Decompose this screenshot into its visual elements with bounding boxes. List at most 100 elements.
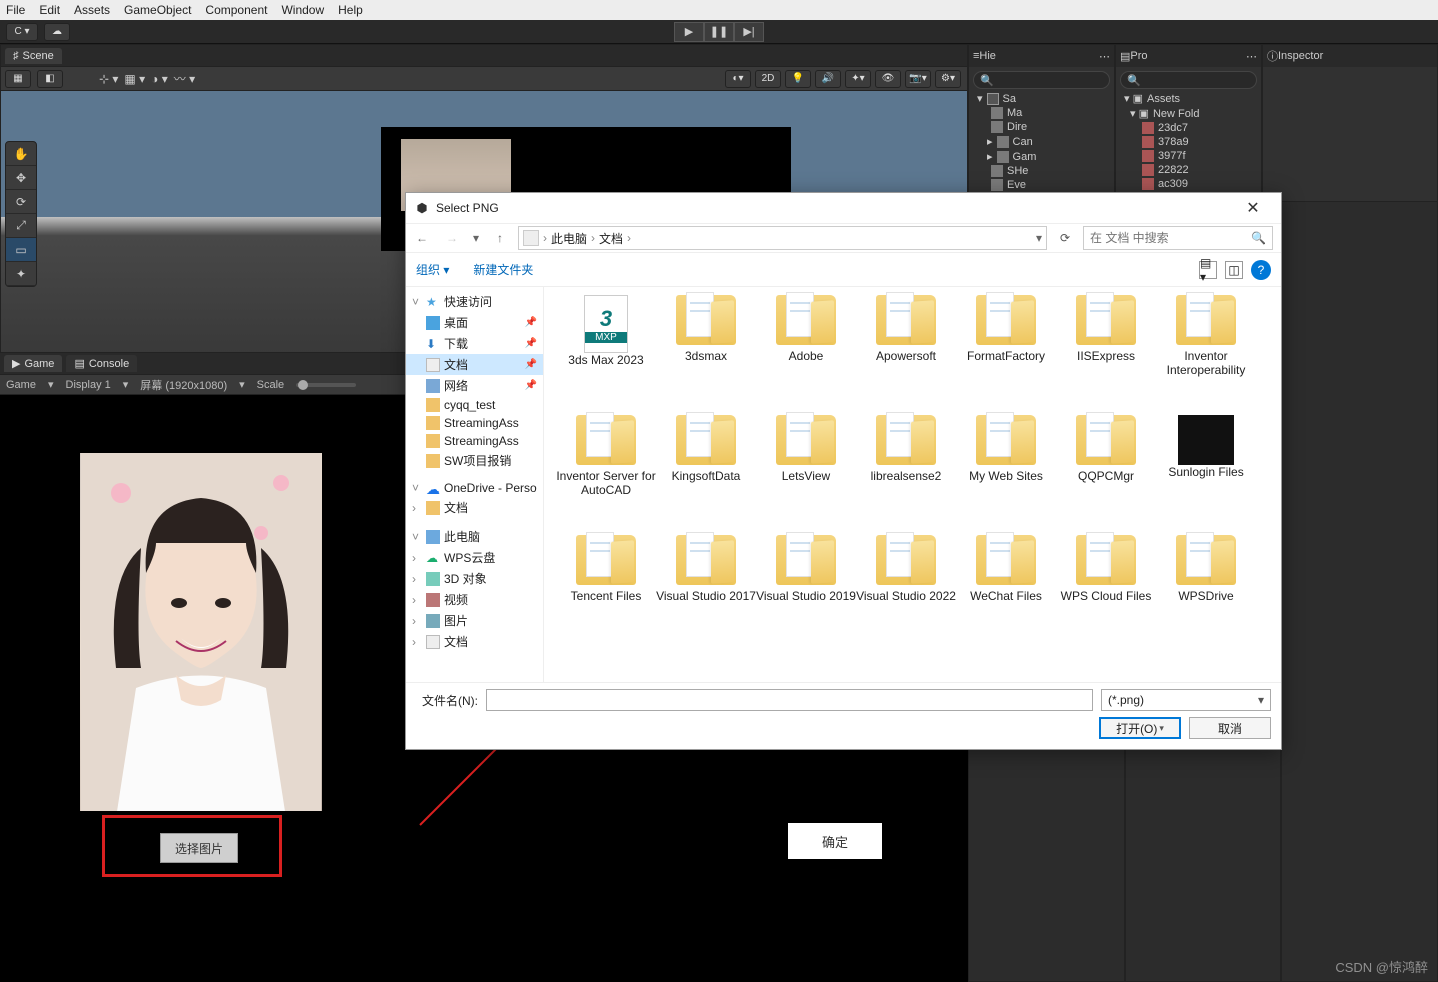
game-tab[interactable]: ▶ Game xyxy=(4,355,62,372)
back-icon[interactable]: ← xyxy=(410,226,434,250)
sb-network[interactable]: 网络📌 xyxy=(406,375,543,396)
console-tab[interactable]: ▤ Console xyxy=(66,355,137,372)
play-button[interactable]: ▶ xyxy=(674,22,704,42)
breadcrumb[interactable]: › 此电脑 › 文档 › ▾ xyxy=(518,226,1047,250)
folder-item[interactable]: Visual Studio 2017 xyxy=(656,535,756,655)
project-item[interactable]: 3977f xyxy=(1120,149,1257,163)
folder-item[interactable]: FormatFactory xyxy=(956,295,1056,415)
project-search[interactable]: 🔍 xyxy=(1120,71,1257,89)
folder-item[interactable]: QQPCMgr xyxy=(1056,415,1156,535)
folder-item[interactable]: LetsView xyxy=(756,415,856,535)
scale-slider[interactable] xyxy=(296,383,356,387)
folder-item[interactable]: Sunlogin Files xyxy=(1156,415,1256,535)
project-root[interactable]: ▾ ▣ Assets xyxy=(1120,91,1257,106)
grid-icon[interactable]: ▦ xyxy=(5,70,31,88)
menu-gameobject[interactable]: GameObject xyxy=(124,3,191,17)
pause-button[interactable]: ❚❚ xyxy=(704,22,734,42)
sb-3d[interactable]: ›3D 对象 xyxy=(406,568,543,589)
gizmo-icon[interactable]: ⚙▾ xyxy=(935,70,961,88)
scene-tab[interactable]: ♯ Scene xyxy=(5,48,62,64)
sb-docs[interactable]: ›文档 xyxy=(406,631,543,652)
search-input[interactable] xyxy=(1090,231,1251,245)
step-button[interactable]: ▶| xyxy=(734,22,764,42)
hierarchy-item[interactable]: Eve xyxy=(973,178,1110,192)
new-folder-btn[interactable]: 新建文件夹 xyxy=(473,261,533,278)
folder-item[interactable]: Inventor Interoperability xyxy=(1156,295,1256,415)
sb-documents[interactable]: 文档📌 xyxy=(406,354,543,375)
organize-dd[interactable]: 组织 ▾ xyxy=(416,261,449,278)
folder-item[interactable]: Tencent Files xyxy=(556,535,656,655)
project-item[interactable]: 23dc7 xyxy=(1120,121,1257,135)
hierarchy-item[interactable]: ▸ Can xyxy=(973,134,1110,149)
preview-icon[interactable]: ◫ xyxy=(1225,261,1243,279)
project-item[interactable]: ac309 xyxy=(1120,177,1257,191)
light-icon[interactable]: 💡 xyxy=(785,70,811,88)
rotate-tool[interactable]: ⟳ xyxy=(6,190,36,214)
confirm-button[interactable]: 确定 xyxy=(788,823,882,859)
folder-item[interactable]: Inventor Server for AutoCAD xyxy=(556,415,656,535)
up-icon[interactable]: ↑ xyxy=(488,226,512,250)
search-box[interactable]: 🔍 xyxy=(1083,226,1273,250)
cube-icon[interactable]: ◧ xyxy=(37,70,63,88)
forward-icon[interactable]: → xyxy=(440,226,464,250)
menu-file[interactable]: File xyxy=(6,3,25,17)
cam-icon[interactable]: 📷▾ xyxy=(905,70,931,88)
move-tool[interactable]: ✥ xyxy=(6,166,36,190)
project-item[interactable]: 378a9 xyxy=(1120,135,1257,149)
shaded-icon[interactable]: ◐▾ xyxy=(725,70,751,88)
recent-dd[interactable]: ▾ xyxy=(470,226,482,250)
fx-icon[interactable]: ✦▾ xyxy=(845,70,871,88)
folder-item[interactable]: WeChat Files xyxy=(956,535,1056,655)
sb-folder[interactable]: StreamingAss xyxy=(406,432,543,450)
aspect-dd[interactable]: 屏幕 (1920x1080) xyxy=(140,377,227,393)
hierarchy-search[interactable]: 🔍 xyxy=(973,71,1110,89)
help-icon[interactable]: ? xyxy=(1251,260,1271,280)
folder-item[interactable]: Visual Studio 2019 xyxy=(756,535,856,655)
folder-item[interactable]: Apowersoft xyxy=(856,295,956,415)
sb-folder[interactable]: SW项目报销 xyxy=(406,450,543,471)
folder-item[interactable]: Adobe xyxy=(756,295,856,415)
folder-item[interactable]: WPSDrive xyxy=(1156,535,1256,655)
bc-pc[interactable]: 此电脑 xyxy=(551,230,587,247)
menu-edit[interactable]: Edit xyxy=(39,3,60,17)
sb-onedrive[interactable]: ˅☁OneDrive - Perso xyxy=(406,479,543,497)
close-button[interactable]: ✕ xyxy=(1233,193,1273,223)
bc-docs[interactable]: 文档 xyxy=(599,230,623,247)
cancel-button[interactable]: 取消 xyxy=(1189,717,1271,739)
sb-downloads[interactable]: ⬇下载📌 xyxy=(406,333,543,354)
folder-item[interactable]: Visual Studio 2022 xyxy=(856,535,956,655)
refresh-icon[interactable]: ⟳ xyxy=(1053,226,1077,250)
hierarchy-item[interactable]: Dire xyxy=(973,120,1110,134)
sb-wps[interactable]: ›☁WPS云盘 xyxy=(406,547,543,568)
game-dd[interactable]: Game xyxy=(6,379,36,391)
sb-desktop[interactable]: 桌面📌 xyxy=(406,312,543,333)
folder-item[interactable]: librealsense2 xyxy=(856,415,956,535)
menu-component[interactable]: Component xyxy=(205,3,267,17)
open-button[interactable]: 打开(O) ▾ xyxy=(1099,717,1181,739)
hierarchy-item[interactable]: SHe xyxy=(973,164,1110,178)
scale-tool[interactable]: ⤢ xyxy=(6,214,36,238)
cloud-btn[interactable]: ☁ xyxy=(44,23,70,41)
sb-od-docs[interactable]: ›文档 xyxy=(406,497,543,518)
sb-folder[interactable]: StreamingAss xyxy=(406,414,543,432)
2d-toggle[interactable]: 2D xyxy=(755,70,781,88)
display-dd[interactable]: Display 1 xyxy=(66,379,111,391)
project-folder[interactable]: ▾ ▣ New Fold xyxy=(1120,106,1257,121)
folder-item[interactable]: My Web Sites xyxy=(956,415,1056,535)
filetype-filter[interactable]: (*.png)▾ xyxy=(1101,689,1271,711)
folder-item[interactable]: 3dsmax xyxy=(656,295,756,415)
hand-tool[interactable]: ✋ xyxy=(6,142,36,166)
audio-icon[interactable]: 🔊 xyxy=(815,70,841,88)
sb-quickaccess[interactable]: ˅★快速访问 xyxy=(406,291,543,312)
hierarchy-item[interactable]: ▸ Gam xyxy=(973,149,1110,164)
sb-pictures[interactable]: ›图片 xyxy=(406,610,543,631)
breadcrumb-dd[interactable]: ▾ xyxy=(1036,231,1042,245)
transform-tool[interactable]: ✦ xyxy=(6,262,36,286)
view-icon[interactable]: ▤ ▾ xyxy=(1199,261,1217,279)
scene-row[interactable]: ▾ Sa xyxy=(973,91,1110,106)
menu-window[interactable]: Window xyxy=(281,3,324,17)
eye-icon[interactable]: 👁 xyxy=(875,70,901,88)
menu-help[interactable]: Help xyxy=(338,3,363,17)
filename-input[interactable] xyxy=(486,689,1093,711)
folder-item[interactable]: KingsoftData xyxy=(656,415,756,535)
